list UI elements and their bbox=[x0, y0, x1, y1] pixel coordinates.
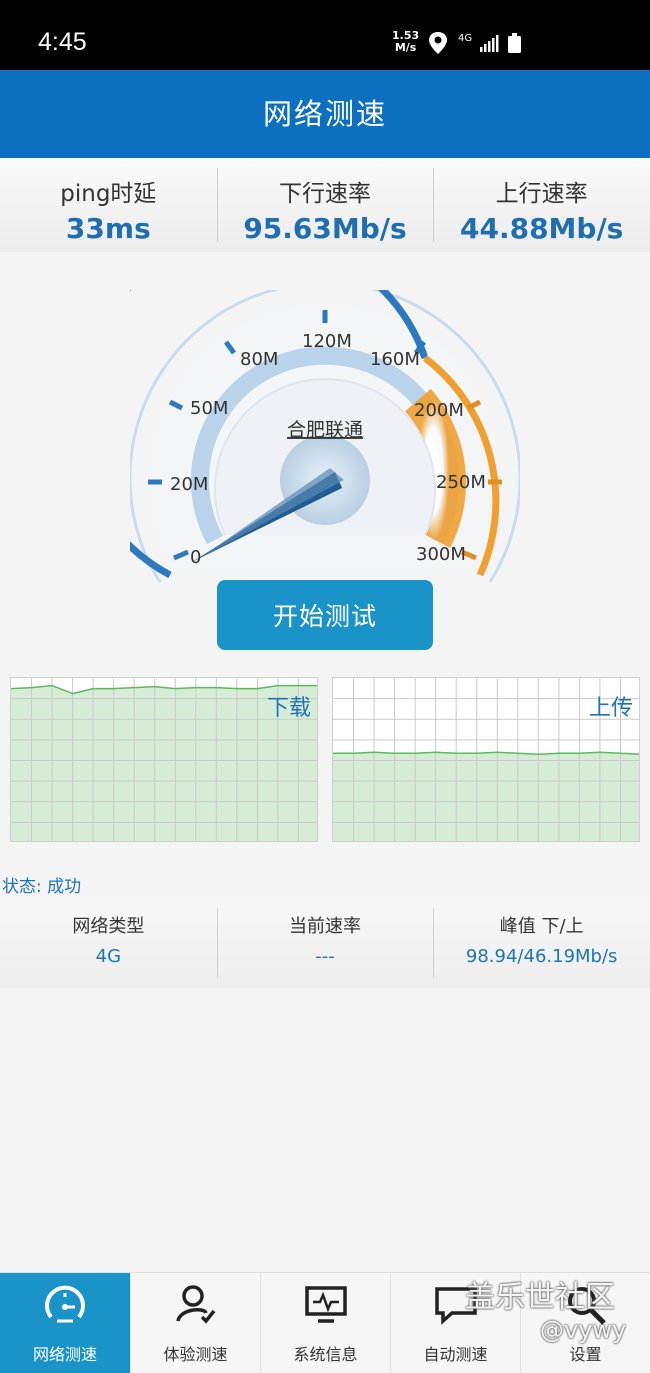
network-speed: 1.53 M/s bbox=[392, 30, 419, 54]
download-cell: 下行速率 95.63Mb/s bbox=[216, 158, 434, 252]
app-header: 网络测速 bbox=[0, 70, 650, 158]
nav-item-experience-test[interactable]: 体验测速 bbox=[130, 1273, 260, 1373]
network-type-label: 4G bbox=[458, 33, 472, 44]
current-rate-label: 当前速率 bbox=[289, 916, 361, 937]
tick-label: 0 bbox=[190, 547, 201, 568]
tick-label: 300M bbox=[416, 544, 466, 565]
ping-value: 33ms bbox=[65, 212, 151, 245]
status-bar: 4:45 1.53 M/s 4G bbox=[0, 0, 650, 70]
carrier-label[interactable]: 合肥联通 bbox=[287, 419, 363, 441]
current-rate-cell: 当前速率 --- bbox=[216, 898, 434, 988]
tick-label: 80M bbox=[240, 349, 278, 370]
speedometer-icon bbox=[45, 1285, 85, 1323]
location-icon bbox=[429, 32, 447, 54]
tick-label: 250M bbox=[436, 472, 486, 493]
nav-label: 系统信息 bbox=[293, 1345, 358, 1364]
ping-cell: ping时延 33ms bbox=[0, 158, 217, 252]
tick-label: 120M bbox=[302, 331, 352, 352]
download-graph: 下载 bbox=[10, 677, 318, 842]
nav-label: 设置 bbox=[569, 1345, 602, 1364]
nav-label: 体验测速 bbox=[163, 1345, 228, 1364]
status-text: 状态: 成功 bbox=[2, 877, 82, 897]
download-rate-label: 下行速率 bbox=[279, 181, 371, 207]
upload-graph-label: 上传 bbox=[588, 696, 633, 721]
tick-label: 200M bbox=[414, 400, 464, 421]
upload-rate-label: 上行速率 bbox=[495, 181, 588, 207]
traffic-area bbox=[333, 752, 639, 841]
ping-label: ping时延 bbox=[60, 181, 157, 207]
battery-icon bbox=[508, 33, 521, 53]
network-info: 网络类型 4G 当前速率 --- 峰值 下/上 98.94/46.19Mb/s bbox=[0, 898, 650, 988]
result-summary: ping时延 33ms 下行速率 95.63Mb/s 上行速率 44.88Mb/… bbox=[0, 158, 650, 252]
network-type-cell: 网络类型 4G bbox=[0, 898, 217, 988]
peak-rate-label: 峰值 下/上 bbox=[499, 916, 584, 937]
watermark-handle: @vywy bbox=[540, 1316, 627, 1344]
monitor-icon bbox=[305, 1286, 347, 1323]
start-test-button[interactable]: 开始测试 bbox=[217, 580, 433, 650]
tick-label: 20M bbox=[170, 474, 208, 495]
watermark: 盖乐世社区 bbox=[465, 1280, 615, 1315]
peak-rate-value: 98.94/46.19Mb/s bbox=[465, 946, 618, 967]
page-title: 网络测速 bbox=[262, 97, 387, 131]
peak-rate-cell: 峰值 下/上 98.94/46.19Mb/s bbox=[433, 898, 650, 988]
user-check-icon bbox=[176, 1285, 216, 1324]
tick-label: 160M bbox=[370, 349, 420, 370]
status-icons: 4G bbox=[429, 32, 521, 54]
upload-graph: 上传 bbox=[332, 677, 640, 842]
network-type-value: 4G bbox=[95, 946, 122, 967]
tick-label: 50M bbox=[190, 398, 228, 419]
current-rate-value: --- bbox=[315, 946, 335, 967]
nav-item-speed-test[interactable]: 网络测速 bbox=[0, 1273, 130, 1373]
nav-label: 网络测速 bbox=[32, 1345, 97, 1364]
download-rate-value: 95.63Mb/s bbox=[243, 212, 407, 245]
nav-label: 自动测速 bbox=[423, 1345, 488, 1364]
upload-cell: 上行速率 44.88Mb/s bbox=[433, 158, 650, 252]
nav-item-system-info[interactable]: 系统信息 bbox=[260, 1273, 390, 1373]
network-type-label: 网络类型 bbox=[72, 916, 145, 937]
upload-rate-value: 44.88Mb/s bbox=[459, 212, 624, 245]
network-speed-unit: M/s bbox=[394, 41, 417, 54]
download-graph-label: 下载 bbox=[266, 696, 311, 721]
signal-icon bbox=[480, 35, 499, 52]
clock: 4:45 bbox=[38, 28, 87, 56]
speed-gauge: 0 20M 50M 80M 120M 160M 200M 250M 300M 合… bbox=[130, 290, 520, 583]
